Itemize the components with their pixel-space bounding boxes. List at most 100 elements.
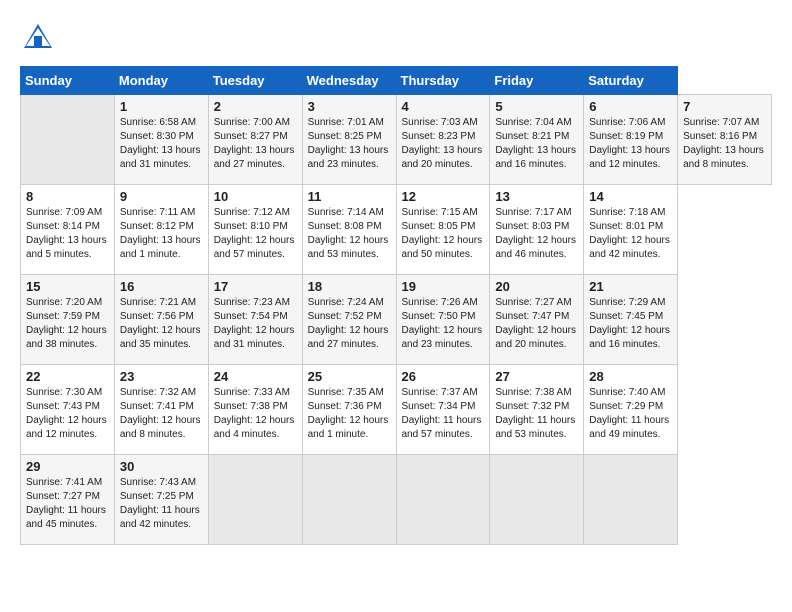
calendar-table: SundayMondayTuesdayWednesdayThursdayFrid…	[20, 66, 772, 545]
day-info: Sunrise: 7:12 AMSunset: 8:10 PMDaylight:…	[214, 206, 297, 262]
calendar-cell	[584, 455, 678, 545]
logo	[20, 20, 60, 56]
day-number: 28	[589, 369, 672, 384]
day-info: Sunrise: 7:27 AMSunset: 7:47 PMDaylight:…	[495, 296, 578, 352]
logo-icon	[20, 20, 56, 56]
calendar-week-row: 22 Sunrise: 7:30 AMSunset: 7:43 PMDayligh…	[21, 365, 772, 455]
day-info: Sunrise: 7:37 AMSunset: 7:34 PMDaylight:…	[402, 386, 485, 442]
calendar-cell	[302, 455, 396, 545]
calendar-cell: 3 Sunrise: 7:01 AMSunset: 8:25 PMDaylight…	[302, 95, 396, 185]
calendar-cell: 24 Sunrise: 7:33 AMSunset: 7:38 PMDayligh…	[208, 365, 302, 455]
day-number: 4	[402, 99, 485, 114]
day-number: 15	[26, 279, 109, 294]
calendar-cell: 5Sunrise: 7:04 AMSunset: 8:21 PMDaylight…	[490, 95, 584, 185]
day-number: 30	[120, 459, 203, 474]
calendar-cell: 13 Sunrise: 7:17 AMSunset: 8:03 PMDayligh…	[490, 185, 584, 275]
day-info: Sunrise: 7:09 AMSunset: 8:14 PMDaylight:…	[26, 206, 109, 262]
day-number: 9	[120, 189, 203, 204]
day-info: Sunrise: 7:00 AMSunset: 8:27 PMDaylight:…	[214, 116, 297, 172]
day-number: 18	[308, 279, 391, 294]
calendar-cell: 19 Sunrise: 7:26 AMSunset: 7:50 PMDayligh…	[396, 275, 490, 365]
day-info: Sunrise: 7:17 AMSunset: 8:03 PMDaylight:…	[495, 206, 578, 262]
calendar-cell: 12Sunrise: 7:15 AMSunset: 8:05 PMDayligh…	[396, 185, 490, 275]
header-wednesday: Wednesday	[302, 67, 396, 95]
day-info: Sunrise: 7:03 AMSunset: 8:23 PMDaylight:…	[402, 116, 485, 172]
day-info: Sunrise: 7:07 AMSunset: 8:16 PMDaylight:…	[683, 116, 766, 172]
calendar-cell: 22 Sunrise: 7:30 AMSunset: 7:43 PMDayligh…	[21, 365, 115, 455]
day-number: 13	[495, 189, 578, 204]
day-info: Sunrise: 7:43 AMSunset: 7:25 PMDaylight:…	[120, 476, 203, 532]
day-info: Sunrise: 6:58 AMSunset: 8:30 PMDaylight:…	[120, 116, 203, 172]
calendar-cell: 4 Sunrise: 7:03 AMSunset: 8:23 PMDaylight…	[396, 95, 490, 185]
calendar-cell: 17 Sunrise: 7:23 AMSunset: 7:54 PMDayligh…	[208, 275, 302, 365]
day-info: Sunrise: 7:24 AMSunset: 7:52 PMDaylight:…	[308, 296, 391, 352]
calendar-cell: 25Sunrise: 7:35 AMSunset: 7:36 PMDayligh…	[302, 365, 396, 455]
day-info: Sunrise: 7:21 AMSunset: 7:56 PMDaylight:…	[120, 296, 203, 352]
header-sunday: Sunday	[21, 67, 115, 95]
calendar-cell: 29 Sunrise: 7:41 AMSunset: 7:27 PMDayligh…	[21, 455, 115, 545]
day-info: Sunrise: 7:20 AMSunset: 7:59 PMDaylight:…	[26, 296, 109, 352]
calendar-cell: 14Sunrise: 7:18 AMSunset: 8:01 PMDayligh…	[584, 185, 678, 275]
header-friday: Friday	[490, 67, 584, 95]
day-info: Sunrise: 7:38 AMSunset: 7:32 PMDaylight:…	[495, 386, 578, 442]
day-number: 17	[214, 279, 297, 294]
day-info: Sunrise: 7:40 AMSunset: 7:29 PMDaylight:…	[589, 386, 672, 442]
calendar-cell: 2 Sunrise: 7:00 AMSunset: 8:27 PMDaylight…	[208, 95, 302, 185]
day-info: Sunrise: 7:26 AMSunset: 7:50 PMDaylight:…	[402, 296, 485, 352]
day-info: Sunrise: 7:15 AMSunset: 8:05 PMDaylight:…	[402, 206, 485, 262]
calendar-cell: 10 Sunrise: 7:12 AMSunset: 8:10 PMDayligh…	[208, 185, 302, 275]
day-info: Sunrise: 7:33 AMSunset: 7:38 PMDaylight:…	[214, 386, 297, 442]
day-number: 7	[683, 99, 766, 114]
calendar-cell: 6 Sunrise: 7:06 AMSunset: 8:19 PMDaylight…	[584, 95, 678, 185]
day-number: 26	[402, 369, 485, 384]
day-number: 23	[120, 369, 203, 384]
day-info: Sunrise: 7:11 AMSunset: 8:12 PMDaylight:…	[120, 206, 203, 262]
day-number: 27	[495, 369, 578, 384]
calendar-cell: 28 Sunrise: 7:40 AMSunset: 7:29 PMDayligh…	[584, 365, 678, 455]
calendar-cell: 27 Sunrise: 7:38 AMSunset: 7:32 PMDayligh…	[490, 365, 584, 455]
day-info: Sunrise: 7:41 AMSunset: 7:27 PMDaylight:…	[26, 476, 109, 532]
day-number: 3	[308, 99, 391, 114]
day-info: Sunrise: 7:14 AMSunset: 8:08 PMDaylight:…	[308, 206, 391, 262]
calendar-cell: 26 Sunrise: 7:37 AMSunset: 7:34 PMDayligh…	[396, 365, 490, 455]
day-number: 11	[308, 189, 391, 204]
day-info: Sunrise: 7:01 AMSunset: 8:25 PMDaylight:…	[308, 116, 391, 172]
day-number: 10	[214, 189, 297, 204]
calendar-cell: 20 Sunrise: 7:27 AMSunset: 7:47 PMDayligh…	[490, 275, 584, 365]
day-number: 16	[120, 279, 203, 294]
calendar-cell: 15 Sunrise: 7:20 AMSunset: 7:59 PMDayligh…	[21, 275, 115, 365]
calendar-cell: 8 Sunrise: 7:09 AMSunset: 8:14 PMDaylight…	[21, 185, 115, 275]
calendar-cell	[208, 455, 302, 545]
day-number: 8	[26, 189, 109, 204]
calendar-week-row: 29 Sunrise: 7:41 AMSunset: 7:27 PMDayligh…	[21, 455, 772, 545]
header-saturday: Saturday	[584, 67, 678, 95]
day-number: 5	[495, 99, 578, 114]
day-number: 20	[495, 279, 578, 294]
day-number: 24	[214, 369, 297, 384]
day-number: 22	[26, 369, 109, 384]
calendar-cell	[21, 95, 115, 185]
day-number: 1	[120, 99, 203, 114]
day-number: 29	[26, 459, 109, 474]
day-number: 2	[214, 99, 297, 114]
calendar-cell: 23Sunrise: 7:32 AMSunset: 7:41 PMDayligh…	[114, 365, 208, 455]
calendar-cell: 1 Sunrise: 6:58 AMSunset: 8:30 PMDaylight…	[114, 95, 208, 185]
calendar-cell	[490, 455, 584, 545]
day-info: Sunrise: 7:23 AMSunset: 7:54 PMDaylight:…	[214, 296, 297, 352]
calendar-week-row: 1 Sunrise: 6:58 AMSunset: 8:30 PMDaylight…	[21, 95, 772, 185]
page-header	[20, 20, 772, 56]
calendar-cell: 7 Sunrise: 7:07 AMSunset: 8:16 PMDaylight…	[678, 95, 772, 185]
day-info: Sunrise: 7:18 AMSunset: 8:01 PMDaylight:…	[589, 206, 672, 262]
day-info: Sunrise: 7:30 AMSunset: 7:43 PMDaylight:…	[26, 386, 109, 442]
day-number: 6	[589, 99, 672, 114]
day-info: Sunrise: 7:29 AMSunset: 7:45 PMDaylight:…	[589, 296, 672, 352]
header-tuesday: Tuesday	[208, 67, 302, 95]
calendar-cell	[396, 455, 490, 545]
calendar-cell: 11 Sunrise: 7:14 AMSunset: 8:08 PMDayligh…	[302, 185, 396, 275]
day-info: Sunrise: 7:06 AMSunset: 8:19 PMDaylight:…	[589, 116, 672, 172]
calendar-week-row: 8 Sunrise: 7:09 AMSunset: 8:14 PMDaylight…	[21, 185, 772, 275]
day-info: Sunrise: 7:35 AMSunset: 7:36 PMDaylight:…	[308, 386, 391, 442]
calendar-header-row: SundayMondayTuesdayWednesdayThursdayFrid…	[21, 67, 772, 95]
day-number: 21	[589, 279, 672, 294]
day-number: 19	[402, 279, 485, 294]
